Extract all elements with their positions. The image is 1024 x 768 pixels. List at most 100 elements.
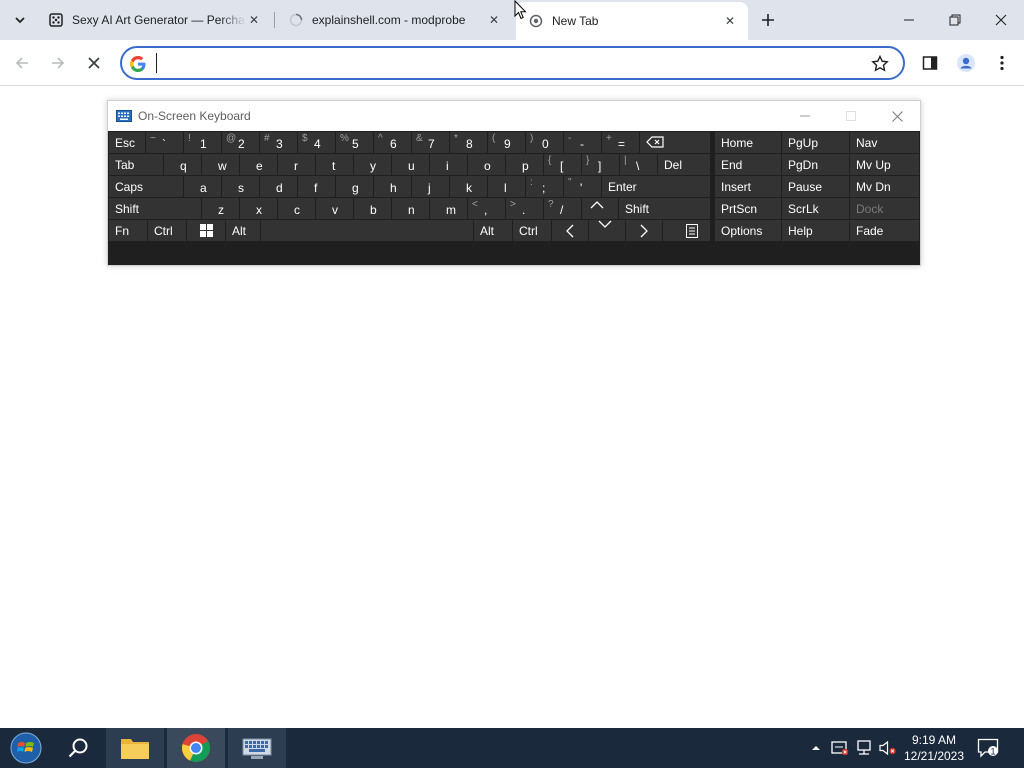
key-fade[interactable]: Fade [850,220,919,241]
key-p[interactable]: p [506,154,543,175]
key-e[interactable]: e [240,154,277,175]
key-arrow-up[interactable] [582,198,618,219]
key-t[interactable]: t [316,154,353,175]
key-arrow-left[interactable] [552,220,588,241]
key-pgup[interactable]: PgUp [782,132,849,153]
osk-titlebar[interactable]: On-Screen Keyboard [108,101,920,131]
network-tray[interactable] [854,738,874,758]
key--[interactable]: -- [564,132,601,153]
address-input[interactable] [156,53,856,73]
key-menu[interactable] [663,220,710,241]
key-2[interactable]: @2 [222,132,259,153]
taskbar-on-screen-keyboard[interactable] [228,728,286,768]
key-a[interactable]: a [184,176,221,197]
tab-new-tab[interactable]: New Tab ✕ [516,2,748,40]
key-8[interactable]: * 8 [450,132,487,153]
key-q[interactable]: q [164,154,201,175]
key-v[interactable]: v [316,198,353,219]
key-caps[interactable]: Caps [109,176,183,197]
key-i[interactable]: i [430,154,467,175]
stop-loading-button[interactable] [80,49,108,77]
key-sym-row1-0[interactable]: {[ [544,154,581,175]
taskbar-chrome[interactable] [167,728,225,768]
key-shift-left[interactable]: Shift [109,198,201,219]
key-s[interactable]: s [222,176,259,197]
key-ctrl-right[interactable]: Ctrl [513,220,551,241]
key-4[interactable]: $4 [298,132,335,153]
profile-button[interactable] [952,49,980,77]
start-button[interactable] [4,730,48,766]
key-windows[interactable] [187,220,225,241]
key-del[interactable]: Del [658,154,710,175]
address-bar[interactable] [120,46,905,80]
osk-maximize-button[interactable] [828,101,874,131]
key-arrow-right[interactable] [626,220,662,241]
key-6[interactable]: ^ 6 [374,132,411,153]
key-x[interactable]: x [240,198,277,219]
key-nav[interactable]: Nav [850,132,919,153]
key-7[interactable]: & 7 [412,132,449,153]
tab-search-button[interactable] [8,8,32,32]
key-j[interactable]: j [412,176,449,197]
key-mv-up[interactable]: Mv Up [850,154,919,175]
key-arrow-down[interactable] [589,220,625,241]
key-esc[interactable]: Esc [109,132,145,153]
bookmark-star-icon[interactable] [871,55,889,73]
key-sym-row2-1[interactable]: " ' [564,176,601,197]
key-alt-right[interactable]: Alt [474,220,512,241]
key-u[interactable]: u [392,154,429,175]
key-tab[interactable]: Tab [109,154,163,175]
key-l[interactable]: l [488,176,525,197]
key-sym-row1-1[interactable]: }] [582,154,619,175]
key-mv-dn[interactable]: Mv Dn [850,176,919,197]
key-9[interactable]: (9 [488,132,525,153]
volume-tray[interactable] [878,738,898,758]
tab-explainshell[interactable]: explainshell.com - modprobe ✕ [276,6,512,34]
minimize-button[interactable] [886,0,932,40]
key-y[interactable]: y [354,154,391,175]
action-center-tray[interactable] [830,738,850,758]
key-b[interactable]: b [354,198,391,219]
key-dock[interactable]: Dock [850,198,919,219]
key-3[interactable]: #3 [260,132,297,153]
tab-sexy-ai-art[interactable]: Sexy AI Art Generator — Percha ✕ [36,6,272,34]
restore-button[interactable] [932,0,978,40]
taskbar-file-explorer[interactable] [106,728,164,768]
key-help[interactable]: Help [782,220,849,241]
new-tab-button[interactable] [756,8,780,32]
key-m[interactable]: m [430,198,467,219]
notifications-button[interactable]: 1 [976,736,1000,760]
key-insert[interactable]: Insert [715,176,781,197]
close-icon[interactable]: ✕ [246,12,262,28]
key-fn[interactable]: Fn [109,220,147,241]
key-g[interactable]: g [336,176,373,197]
taskbar-clock[interactable]: 9:19 AM 12/21/2023 [896,732,972,764]
key-end[interactable]: End [715,154,781,175]
key-space[interactable] [261,220,473,241]
key-alt-left[interactable]: Alt [226,220,260,241]
key-options[interactable]: Options [715,220,781,241]
key-n[interactable]: n [392,198,429,219]
forward-button[interactable] [44,49,72,77]
key-`[interactable]: ~ ` [146,132,183,153]
key-=[interactable]: + = [602,132,639,153]
side-panel-button[interactable] [916,49,944,77]
key-shift-right[interactable]: Shift [619,198,710,219]
key-pause[interactable]: Pause [782,176,849,197]
key-h[interactable]: h [374,176,411,197]
key-0[interactable]: ) 0 [526,132,563,153]
osk-close-button[interactable] [874,101,920,131]
key-backspace[interactable] [640,132,710,153]
key-sym-row3-0[interactable]: <, [468,198,505,219]
key-sym-row1-2[interactable]: | \ [620,154,657,175]
key-1[interactable]: ! 1 [184,132,221,153]
close-window-button[interactable] [978,0,1024,40]
key-enter[interactable]: Enter [602,176,710,197]
back-button[interactable] [8,49,36,77]
key-o[interactable]: o [468,154,505,175]
close-icon[interactable]: ✕ [486,12,502,28]
key-sym-row3-1[interactable]: >. [506,198,543,219]
key-pgdn[interactable]: PgDn [782,154,849,175]
show-hidden-icons-button[interactable] [806,738,826,758]
key-c[interactable]: c [278,198,315,219]
